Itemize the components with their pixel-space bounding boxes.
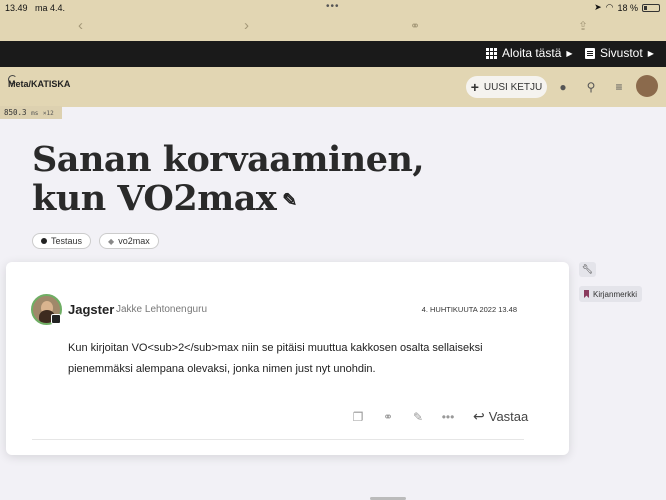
reply-arrow-icon: ↩ bbox=[473, 408, 485, 424]
wrench-icon: 🔧︎ bbox=[581, 264, 594, 274]
link-icon[interactable]: ⚭ bbox=[373, 410, 403, 424]
browser-chrome: 13.49 ma 4.4. ••• ➤ ◠ 18 % ‹ › ⚭ ⇪ bbox=[0, 0, 666, 41]
bookmark-label: Kirjanmerkki bbox=[593, 289, 638, 299]
edit-pencil-icon[interactable]: ✎ bbox=[282, 181, 297, 220]
start-here-label: Aloita tästä bbox=[502, 46, 562, 60]
caret-right-icon: ▶ bbox=[566, 48, 573, 58]
tag-list: Testaus ◆ vo2max bbox=[32, 233, 159, 249]
battery-icon bbox=[642, 3, 660, 12]
caret-right-icon: ▶ bbox=[647, 48, 654, 58]
menu-icon[interactable]: ≡ bbox=[612, 80, 626, 94]
status-indicators: ➤ ◠ 18 % bbox=[594, 2, 660, 13]
wifi-icon: ◠ bbox=[605, 2, 614, 12]
reply-label: Vastaa bbox=[488, 409, 529, 424]
post-divider bbox=[32, 439, 524, 440]
profiler-unit: ms bbox=[31, 110, 39, 117]
location-icon: ➤ bbox=[594, 2, 602, 12]
battery-percent: 18 % bbox=[617, 2, 638, 13]
profiler-badge[interactable]: 850.3 ms ×12 bbox=[0, 106, 62, 119]
search-icon[interactable]: ⚲ bbox=[584, 80, 598, 94]
profiler-count: ×12 bbox=[42, 110, 54, 117]
profiler-ms: 850.3 bbox=[4, 108, 27, 117]
status-time: 13.49 bbox=[5, 3, 28, 13]
multitask-dots[interactable]: ••• bbox=[326, 1, 340, 12]
topic-title-text: Sanan korvaaminen, kun VO2max bbox=[32, 139, 425, 219]
bookmark-icon bbox=[584, 290, 589, 298]
post-body: Kun kirjoitan VO<sub>2</sub>max niin se … bbox=[68, 342, 483, 375]
grid-icon bbox=[486, 47, 497, 59]
topic-bar: Aloita tästä ▶ Sivustot ▶ bbox=[0, 41, 666, 67]
post-date[interactable]: 4. HUHTIKUUTA 2022 13.48 bbox=[422, 305, 517, 314]
category-dot-icon bbox=[41, 238, 47, 244]
admin-wrench-button[interactable]: 🔧︎ bbox=[579, 262, 596, 277]
plus-icon: + bbox=[470, 79, 479, 95]
category-label: Testaus bbox=[51, 236, 83, 246]
link-icon[interactable]: ⚭ bbox=[410, 19, 420, 33]
new-topic-button[interactable]: + UUSI KETJU bbox=[466, 76, 547, 98]
post-actions: ❐ ⚭ ✎ ••• ↩ Vastaa bbox=[343, 408, 529, 425]
back-icon[interactable]: ‹ bbox=[78, 17, 83, 34]
pages-menu[interactable]: Sivustot ▶ bbox=[585, 46, 654, 60]
copy-icon[interactable]: ❐ bbox=[343, 410, 373, 424]
pages-label: Sivustot bbox=[600, 46, 643, 60]
share-icon[interactable]: ⇪ bbox=[578, 19, 588, 33]
more-icon[interactable]: ••• bbox=[433, 410, 463, 424]
post-card: Jagster Jakke Lehtonen guru 4. HUHTIKUUT… bbox=[6, 262, 569, 455]
post-username[interactable]: Jagster bbox=[68, 302, 114, 317]
edit-icon[interactable]: ✎ bbox=[403, 410, 433, 424]
post-user-title: guru bbox=[187, 304, 208, 315]
start-here-menu[interactable]: Aloita tästä ▶ bbox=[486, 46, 573, 60]
chat-icon[interactable]: ● bbox=[556, 80, 570, 94]
site-logo[interactable]: Meta/KATISKA bbox=[8, 79, 70, 89]
user-avatar[interactable] bbox=[636, 75, 658, 97]
reply-button[interactable]: ↩ Vastaa bbox=[473, 408, 528, 425]
new-topic-label: UUSI KETJU bbox=[483, 81, 543, 93]
status-date: ma 4.4. bbox=[35, 3, 66, 13]
page-icon bbox=[585, 47, 595, 59]
post-full-name: Jakke Lehtonen bbox=[116, 304, 187, 315]
flair-badge-icon bbox=[51, 314, 61, 324]
category-tag[interactable]: Testaus bbox=[32, 233, 92, 249]
tag-icon: ◆ bbox=[108, 236, 115, 246]
bookmark-button[interactable]: Kirjanmerkki bbox=[579, 286, 643, 302]
site-header: Meta/KATISKA + UUSI KETJU ● ⚲ ≡ bbox=[0, 67, 666, 107]
topic-tag[interactable]: ◆ vo2max bbox=[99, 233, 159, 249]
topic-title: Sanan korvaaminen, kun VO2max ✎ bbox=[32, 140, 452, 220]
tag-label: vo2max bbox=[118, 236, 150, 246]
forward-icon[interactable]: › bbox=[244, 17, 249, 34]
